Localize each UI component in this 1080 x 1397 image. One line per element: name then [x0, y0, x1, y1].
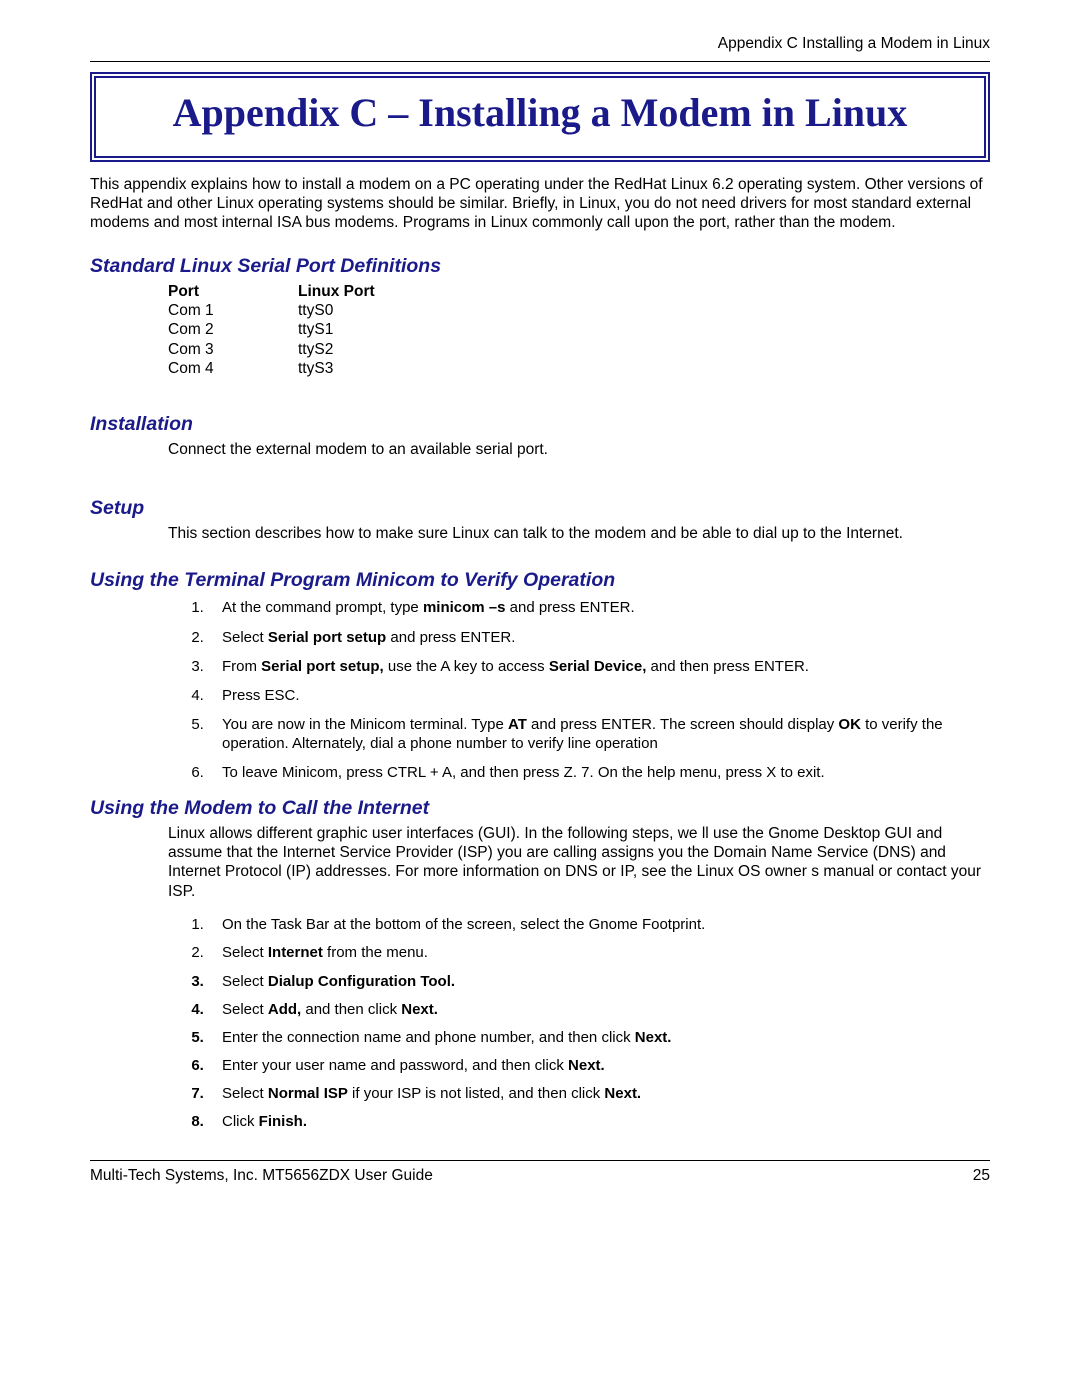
list-item: Select Add, and then click Next. [208, 1000, 990, 1019]
internet-steps: On the Task Bar at the bottom of the scr… [90, 915, 990, 1132]
page-title: Appendix C – Installing a Modem in Linux [106, 88, 974, 138]
col-port: Port [168, 282, 298, 301]
page: Appendix C Installing a Modem in Linux A… [0, 0, 1080, 1215]
heading-minicom: Using the Terminal Program Minicom to Ve… [90, 569, 990, 592]
list-item: Enter the connection name and phone numb… [208, 1028, 990, 1047]
list-item: Select Dialup Configuration Tool. [208, 972, 990, 991]
list-item: Select Normal ISP if your ISP is not lis… [208, 1084, 990, 1103]
list-item: Press ESC. [208, 686, 990, 705]
cell: ttyS3 [298, 359, 448, 378]
footer-left: Multi-Tech Systems, Inc. MT5656ZDX User … [90, 1167, 433, 1185]
rule-top [90, 61, 990, 62]
list-item: Select Internet from the menu. [208, 943, 990, 962]
cell: Com 3 [168, 340, 298, 359]
heading-installation: Installation [90, 413, 990, 436]
port-table: Port Linux Port Com 1 ttyS0 Com 2 ttyS1 … [168, 282, 990, 379]
list-item: Enter your user name and password, and t… [208, 1056, 990, 1075]
heading-setup: Setup [90, 497, 990, 520]
running-head: Appendix C Installing a Modem in Linux [90, 35, 990, 53]
cell: Com 1 [168, 301, 298, 320]
installation-text: Connect the external modem to an availab… [168, 440, 990, 459]
cell: ttyS1 [298, 320, 448, 339]
title-band: Appendix C – Installing a Modem in Linux [90, 72, 990, 162]
minicom-steps: At the command prompt, type minicom –s a… [90, 598, 990, 782]
table-row: Com 4 ttyS3 [168, 359, 990, 378]
heading-internet: Using the Modem to Call the Internet [90, 797, 990, 820]
intro-paragraph: This appendix explains how to install a … [90, 176, 990, 233]
list-item: On the Task Bar at the bottom of the scr… [208, 915, 990, 934]
cell: ttyS0 [298, 301, 448, 320]
table-row: Com 1 ttyS0 [168, 301, 990, 320]
setup-text: This section describes how to make sure … [168, 524, 990, 543]
rule-bottom [90, 1160, 990, 1161]
list-item: Select Serial port setup and press ENTER… [208, 628, 990, 647]
list-item: Click Finish. [208, 1112, 990, 1131]
list-item: To leave Minicom, press CTRL + A, and th… [208, 763, 990, 782]
cell: Com 4 [168, 359, 298, 378]
cell: ttyS2 [298, 340, 448, 359]
list-item: You are now in the Minicom terminal. Typ… [208, 715, 990, 753]
list-item: From Serial port setup, use the A key to… [208, 657, 990, 676]
internet-intro: Linux allows different graphic user inte… [168, 824, 990, 902]
table-row: Com 2 ttyS1 [168, 320, 990, 339]
footer: Multi-Tech Systems, Inc. MT5656ZDX User … [90, 1167, 990, 1185]
table-row: Com 3 ttyS2 [168, 340, 990, 359]
col-linux-port: Linux Port [298, 282, 448, 301]
page-number: 25 [973, 1167, 990, 1185]
heading-port-definitions: Standard Linux Serial Port Definitions [90, 255, 990, 278]
cell: Com 2 [168, 320, 298, 339]
list-item: At the command prompt, type minicom –s a… [208, 598, 990, 617]
table-header: Port Linux Port [168, 282, 990, 301]
